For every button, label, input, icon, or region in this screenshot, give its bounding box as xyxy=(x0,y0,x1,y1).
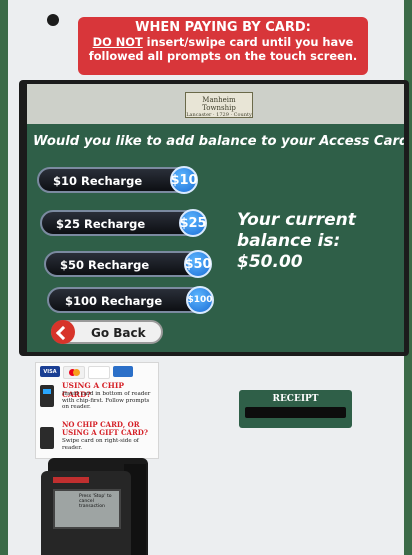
warning-line-2-rest: insert/swipe card until you have xyxy=(142,35,354,49)
kiosk-edge-left xyxy=(0,0,8,555)
pinpad-message: Press 'Stop' to cancel transaction xyxy=(79,494,112,509)
screen-header: Manheim Township Lancaster · 1729 · Coun… xyxy=(27,84,404,124)
warning-emphasis: DO NOT xyxy=(92,35,143,49)
swipe-text: Swipe card on right-side of reader. xyxy=(62,438,139,451)
back-arrow-icon xyxy=(51,320,75,344)
balance-line-2: balance is: xyxy=(237,231,341,251)
receipt-label: RECEIPT xyxy=(272,394,319,404)
pin-pad[interactable]: Press 'Stop' to cancel transaction xyxy=(41,471,131,555)
warning-line-3: followed all prompts on the touch screen… xyxy=(88,49,358,63)
discover-card-icon xyxy=(88,366,110,379)
recharge-label: $100 Recharge xyxy=(65,294,163,308)
pinpad-logo xyxy=(53,477,89,483)
recharge-10-button[interactable]: $10 Recharge $10 xyxy=(37,166,198,194)
chip-reader-icon xyxy=(40,385,54,407)
recharge-50-button[interactable]: $50 Recharge $50 xyxy=(44,250,212,278)
logo-subtitle: Lancaster · 1729 · County xyxy=(186,112,252,118)
touch-screen: Manheim Township Lancaster · 1729 · Coun… xyxy=(27,84,404,352)
card-warning-label: WHEN PAYING BY CARD: DO NOT insert/swipe… xyxy=(78,17,368,75)
swipe-title-line-2: USING A GIFT CARD? xyxy=(62,428,148,437)
amount-badge: $50 xyxy=(184,250,212,278)
chip-text: Insert card in bottom of reader with chi… xyxy=(62,391,151,410)
receipt-slot xyxy=(245,407,346,418)
accepted-cards: VISA xyxy=(40,366,133,379)
receipt-dispenser[interactable]: RECEIPT xyxy=(239,390,352,428)
amount-badge: $25 xyxy=(179,209,207,237)
go-back-button[interactable]: Go Back xyxy=(51,320,163,344)
camera-lens xyxy=(47,14,59,26)
pinpad-screen: Press 'Stop' to cancel transaction xyxy=(53,489,121,529)
warning-line-2: DO NOT insert/swipe card until you have xyxy=(78,35,368,49)
amount-badge: $10 xyxy=(170,166,198,194)
amount-badge: $100 xyxy=(186,286,214,314)
logo-name: Manheim Township xyxy=(202,96,236,112)
warning-line-1: WHEN PAYING BY CARD: xyxy=(135,20,311,35)
recharge-label: $10 Recharge xyxy=(53,174,143,188)
balance-value: $50.00 xyxy=(237,252,303,272)
township-logo: Manheim Township Lancaster · 1729 · Coun… xyxy=(185,92,253,118)
balance-line-1: Your current xyxy=(237,210,356,230)
swipe-title: NO CHIP CARD, OR USING A GIFT CARD? xyxy=(62,421,148,437)
recharge-label: $50 Recharge xyxy=(60,258,150,272)
go-back-label: Go Back xyxy=(91,326,146,340)
balance-display: Your current balance is: $50.00 xyxy=(237,210,397,273)
payment-instructions-decal: VISA USING A CHIP CARD? Insert card in b… xyxy=(35,362,159,459)
recharge-label: $25 Recharge xyxy=(56,217,146,231)
visa-card-icon: VISA xyxy=(40,366,60,377)
recharge-question: Would you like to add balance to your Ac… xyxy=(33,134,404,149)
mastercard-icon xyxy=(63,366,85,379)
recharge-100-button[interactable]: $100 Recharge $100 xyxy=(47,286,214,314)
swipe-reader-icon xyxy=(40,427,54,449)
amex-card-icon xyxy=(113,366,133,377)
recharge-25-button[interactable]: $25 Recharge $25 xyxy=(40,209,207,237)
